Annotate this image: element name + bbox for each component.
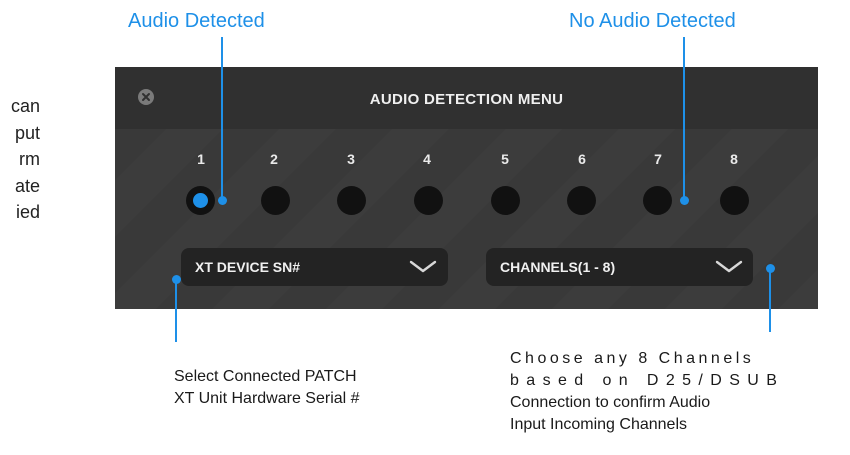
cropped-left-text: can put rm ate ied (0, 93, 40, 226)
channel-number-5: 5 (501, 151, 509, 167)
channel-indicator-1 (185, 186, 215, 215)
device-caption-line: XT Unit Hardware Serial # (174, 390, 360, 407)
channels-caption: Choose any 8 Channels based on D25/DSUB … (510, 348, 828, 436)
cropped-text-line: rm (19, 149, 40, 169)
chevron-down-icon (409, 260, 437, 273)
channel-indicator-4 (413, 186, 443, 215)
cropped-text-line: put (14, 122, 40, 143)
cropped-text-line: can (10, 96, 40, 116)
device-caption: Select Connected PATCH XT Unit Hardware … (174, 366, 360, 410)
channel-indicator-3 (336, 186, 366, 215)
cropped-text-line: ied (15, 202, 40, 222)
audio-detected-leader-line (221, 37, 223, 201)
channel-number-7: 7 (654, 151, 662, 167)
channel-number-6: 6 (578, 151, 586, 167)
callout-no-audio-detected: No Audio Detected (569, 10, 736, 32)
channel-indicator-8 (719, 186, 749, 215)
device-leader-line (175, 282, 177, 342)
channels-leader-line (769, 271, 771, 332)
channels-caption-line: Choose any 8 Channels (510, 350, 755, 367)
channels-caption-line: Connection to confirm Audio (510, 394, 711, 411)
no-audio-leader-dot (679, 196, 689, 205)
channels-caption-line: based on D25/DSUB (510, 372, 785, 389)
channel-indicator-2 (260, 186, 290, 215)
callout-audio-detected: Audio Detected (128, 10, 265, 32)
channel-number-2: 2 (270, 151, 278, 167)
channel-number-8: 8 (730, 151, 738, 167)
channel-indicator-5 (490, 186, 520, 215)
channel-indicator-7 (642, 186, 672, 215)
chevron-down-icon (715, 260, 743, 273)
device-caption-line: Select Connected PATCH (174, 368, 357, 385)
device-serial-value: XT DEVICE SN# (195, 259, 301, 275)
channel-number-1: 1 (197, 151, 205, 167)
channel-number-4: 4 (423, 151, 431, 167)
audio-detected-leader-dot (217, 196, 227, 205)
device-serial-dropdown[interactable]: XT DEVICE SN# (181, 248, 448, 286)
channel-number-3: 3 (347, 151, 355, 167)
channels-caption-line: Input Incoming Channels (510, 416, 687, 433)
channels-range-value: CHANNELS(1 - 8) (500, 259, 616, 275)
no-audio-leader-line (683, 37, 685, 201)
cropped-text-line: ate (14, 175, 40, 196)
channels-range-dropdown[interactable]: CHANNELS(1 - 8) (486, 248, 753, 286)
channel-indicator-6 (566, 186, 596, 215)
